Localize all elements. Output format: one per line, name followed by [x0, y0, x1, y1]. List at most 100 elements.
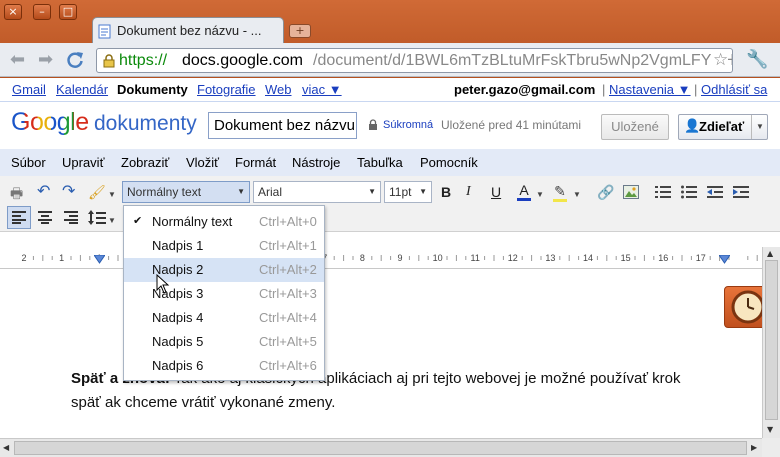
image-icon[interactable]: [623, 185, 639, 199]
address-bar[interactable]: https:// docs.google.com /document/d/1BW…: [96, 48, 733, 73]
bullet-list-icon[interactable]: [681, 185, 697, 199]
dropdown-item-shortcut: Ctrl+Alt+3: [259, 286, 317, 301]
gbar-settings-link[interactable]: Nastavenia ▼: [609, 82, 691, 97]
browser-toolbar: ⬅ ➡ https:// docs.google.com /document/d…: [0, 43, 780, 77]
right-indent-marker-icon[interactable]: [719, 255, 730, 265]
style-select[interactable]: Normálny text ▼: [122, 181, 250, 203]
dropdown-item-normal[interactable]: ✔ Normálny text Ctrl+Alt+0: [124, 210, 324, 234]
dropdown-item-label: Normálny text: [152, 214, 233, 229]
new-tab-button[interactable]: +: [289, 24, 311, 38]
dropdown-item-heading-3[interactable]: Nadpis 3 Ctrl+Alt+3: [124, 282, 324, 306]
menu-format[interactable]: Formát: [235, 155, 276, 170]
bold-icon[interactable]: B: [441, 184, 451, 200]
dropdown-item-heading-4[interactable]: Nadpis 4 Ctrl+Alt+4: [124, 306, 324, 330]
forward-arrow-icon[interactable]: ➡: [38, 51, 53, 69]
browser-tab[interactable]: Dokument bez názvu - ...: [92, 17, 284, 44]
dropdown-item-heading-6[interactable]: Nadpis 6 Ctrl+Alt+6: [124, 354, 324, 378]
gbar-separator: |: [602, 82, 606, 97]
gbar-more-menu[interactable]: viac ▼: [302, 82, 342, 97]
redo-icon[interactable]: ↷: [62, 184, 75, 200]
ruler-label: 10: [433, 253, 443, 263]
highlight-icon[interactable]: ✎: [553, 183, 567, 202]
size-select[interactable]: 11pt ▼: [384, 181, 432, 203]
gbar-link-gmail[interactable]: Gmail: [12, 82, 46, 97]
google-logo-text: Google: [11, 108, 89, 136]
chevron-down-icon[interactable]: ▼: [756, 122, 764, 131]
wrench-icon[interactable]: 🔧: [746, 49, 768, 70]
chevron-down-icon[interactable]: ▼: [108, 213, 116, 229]
app-header: Google dokumenty Dokument bez názvu Súkr…: [0, 103, 780, 148]
vertical-scrollbar[interactable]: ▲ ▼: [762, 247, 780, 438]
increase-indent-icon[interactable]: [733, 185, 749, 199]
dropdown-item-heading-2[interactable]: Nadpis 2 Ctrl+Alt+2: [124, 258, 324, 282]
horizontal-scroll-thumb[interactable]: [14, 441, 747, 455]
paint-format-icon[interactable]: 🖌: [88, 184, 106, 200]
reload-icon[interactable]: [65, 50, 85, 70]
left-indent-marker-icon[interactable]: [94, 255, 105, 265]
chevron-down-icon[interactable]: ▼: [573, 187, 581, 203]
back-arrow-icon[interactable]: ⬅: [10, 51, 25, 69]
align-right-icon[interactable]: [64, 211, 78, 224]
link-icon[interactable]: 🔗: [597, 184, 614, 200]
maximize-window-button[interactable]: □: [59, 4, 77, 20]
menu-tools[interactable]: Nástroje: [292, 155, 340, 170]
gbar-link-web[interactable]: Web: [265, 82, 292, 97]
ruler-ticks: 211234567891011121314151617: [21, 253, 758, 263]
saved-button[interactable]: Uložené: [601, 114, 669, 140]
menu-file[interactable]: Súbor: [11, 155, 46, 170]
dropdown-item-label: Nadpis 1: [152, 238, 204, 253]
signout-link[interactable]: Odhlásiť sa: [701, 82, 767, 97]
dropdown-item-label: Nadpis 4: [152, 310, 204, 325]
chevron-down-icon[interactable]: ▼: [108, 187, 116, 203]
decrease-indent-icon[interactable]: [707, 185, 723, 199]
menu-insert[interactable]: Vložiť: [186, 155, 219, 170]
dropdown-item-shortcut: Ctrl+Alt+6: [259, 358, 317, 373]
ruler-label: 16: [658, 253, 668, 263]
privacy-link[interactable]: Súkromná: [383, 119, 433, 131]
ruler-label: 15: [621, 253, 631, 263]
style-dropdown-menu: ✔ Normálny text Ctrl+Alt+0 Nadpis 1 Ctrl…: [123, 205, 325, 381]
text-color-icon[interactable]: A: [517, 182, 531, 201]
numbered-list-icon[interactable]: [655, 185, 671, 199]
scroll-left-icon[interactable]: ◀: [3, 443, 9, 452]
print-icon[interactable]: 🖶: [10, 185, 23, 201]
align-left-button[interactable]: [7, 206, 31, 229]
italic-icon[interactable]: I: [466, 184, 471, 200]
dropdown-item-heading-5[interactable]: Nadpis 5 Ctrl+Alt+5: [124, 330, 324, 354]
font-select[interactable]: Arial ▼: [253, 181, 381, 203]
menu-table[interactable]: Tabuľka: [357, 155, 403, 170]
share-button[interactable]: 👤 Zdieľať ▼: [678, 114, 768, 140]
horizontal-scrollbar[interactable]: ◀ ▶: [0, 438, 762, 457]
vertical-scroll-thumb[interactable]: [765, 260, 778, 420]
menu-edit[interactable]: Upraviť: [62, 155, 104, 170]
ruler-label: 13: [545, 253, 555, 263]
check-icon: ✔: [133, 215, 143, 227]
person-icon: 👤: [684, 118, 701, 133]
close-window-button[interactable]: ×: [4, 4, 22, 20]
underline-icon[interactable]: U: [491, 184, 501, 200]
scroll-right-icon[interactable]: ▶: [751, 443, 757, 452]
ruler-label: 14: [583, 253, 593, 263]
align-center-icon[interactable]: [38, 211, 52, 224]
chevron-down-icon[interactable]: ▼: [536, 187, 544, 203]
gbar-active-docs: Dokumenty: [117, 82, 188, 97]
scroll-down-icon[interactable]: ▼: [767, 425, 773, 434]
google-logo[interactable]: Google: [11, 108, 89, 137]
doc-title-input[interactable]: Dokument bez názvu: [208, 112, 357, 139]
minimize-window-button[interactable]: –: [33, 4, 51, 20]
ruler-label: 11: [471, 253, 480, 263]
editor-toolbar: 🖶 ↶ ↷ 🖌 ▼ Normálny text ▼ Arial ▼ 11pt ▼…: [0, 176, 780, 232]
dropdown-item-heading-1[interactable]: Nadpis 1 Ctrl+Alt+1: [124, 234, 324, 258]
clock-icon: [731, 290, 765, 324]
gbar-link-calendar[interactable]: Kalendár: [56, 82, 108, 97]
menu-view[interactable]: Zobraziť: [121, 155, 169, 170]
star-icon[interactable]: ☆: [711, 49, 729, 71]
saved-status: Uložené pred 41 minútami: [441, 118, 582, 132]
document-canvas[interactable]: Späť a znova: Tak ako aj klasických apli…: [0, 270, 770, 438]
scroll-up-icon[interactable]: ▲: [767, 249, 773, 258]
menu-help[interactable]: Pomocník: [420, 155, 478, 170]
line-spacing-icon[interactable]: [88, 210, 106, 225]
undo-icon[interactable]: ↶: [37, 184, 50, 200]
url-scheme: https://: [119, 52, 168, 69]
gbar-link-photos[interactable]: Fotografie: [197, 82, 256, 97]
